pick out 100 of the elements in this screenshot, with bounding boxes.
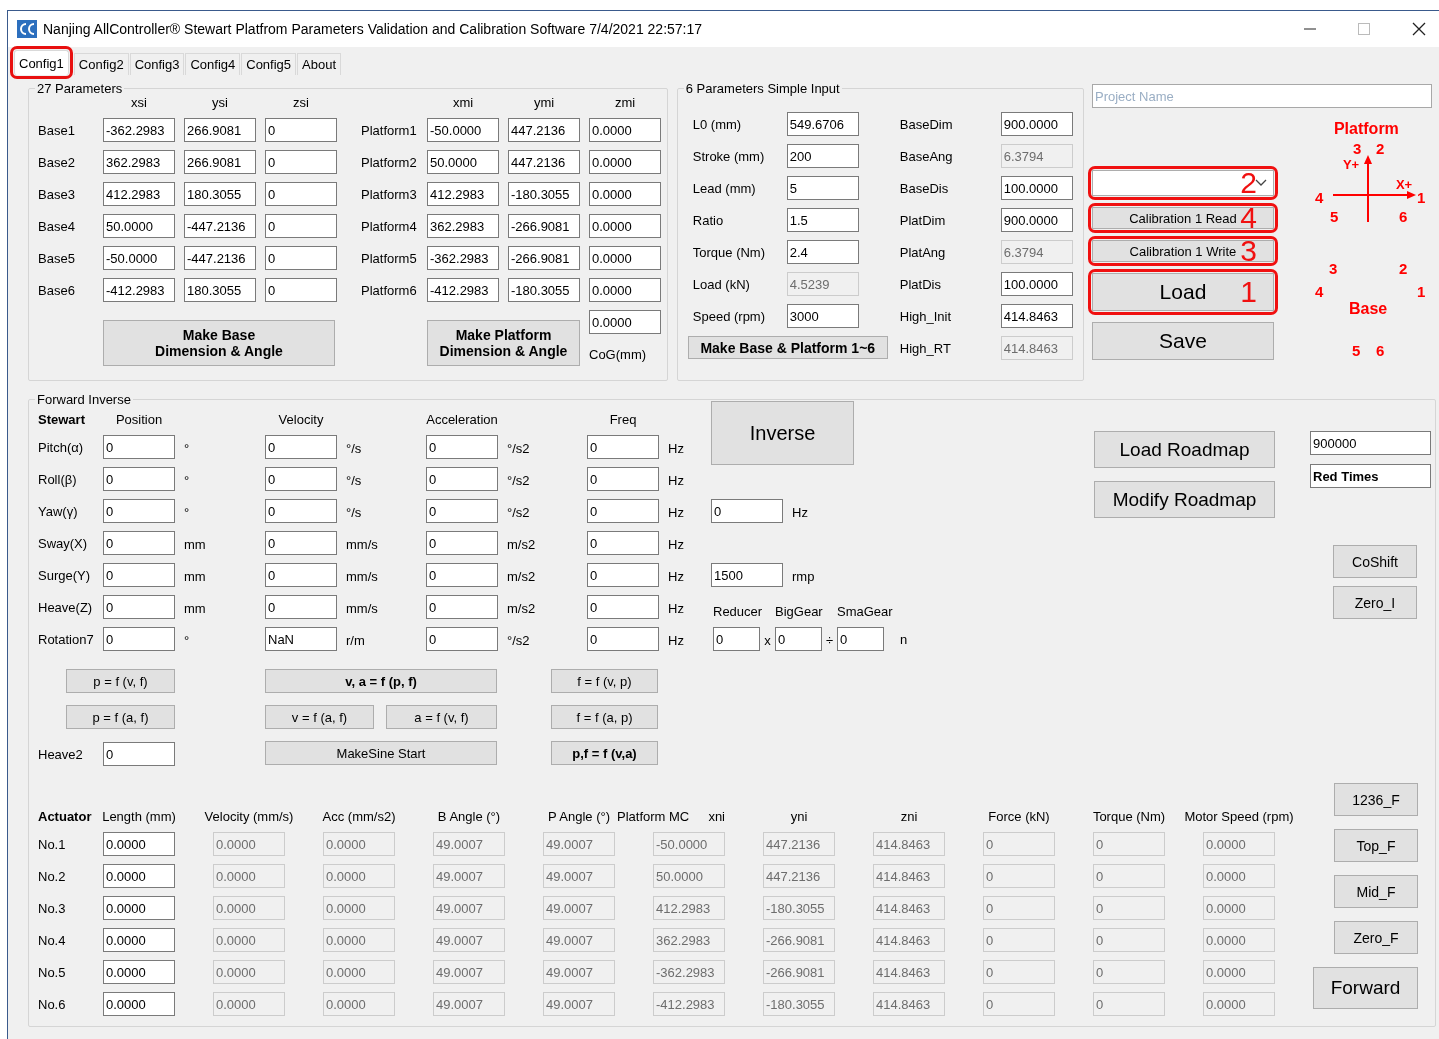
input-field[interactable]: 180.3055 bbox=[184, 278, 256, 302]
input-field[interactable]: -412.2983 bbox=[427, 278, 499, 302]
input-field[interactable]: 412.2983 bbox=[427, 182, 499, 206]
tab[interactable]: Config5 bbox=[241, 53, 297, 75]
make-button[interactable]: Make Base Dimension & Angle bbox=[103, 320, 335, 366]
roadmap-button[interactable]: Modify Roadmap bbox=[1094, 481, 1275, 518]
tab[interactable]: Config4 bbox=[185, 53, 241, 75]
input-field[interactable]: 0.0000 bbox=[589, 214, 661, 238]
input-field[interactable]: -50.0000 bbox=[427, 118, 499, 142]
input-field[interactable]: 200 bbox=[786, 144, 859, 168]
input-field[interactable]: 0 bbox=[711, 499, 783, 523]
input-field[interactable]: 414.8463 bbox=[1000, 304, 1073, 328]
input-field[interactable]: 0 bbox=[265, 499, 337, 523]
input-field[interactable]: 0 bbox=[426, 595, 498, 619]
input-field[interactable]: -180.3055 bbox=[508, 182, 580, 206]
input-field[interactable]: 0 bbox=[103, 742, 175, 766]
input-field[interactable]: 0.0000 bbox=[103, 992, 175, 1016]
input-field[interactable]: 0 bbox=[103, 467, 175, 491]
input-field[interactable]: Red Times bbox=[1310, 464, 1431, 488]
project-name-field[interactable]: Project Name bbox=[1092, 84, 1432, 108]
input-field[interactable]: 0 bbox=[103, 499, 175, 523]
formula-button[interactable]: p = f (v, f) bbox=[66, 669, 175, 693]
input-field[interactable]: 0.0000 bbox=[589, 118, 661, 142]
input-field[interactable]: 0 bbox=[713, 627, 760, 651]
input-field[interactable]: 0 bbox=[265, 182, 337, 206]
action-button[interactable]: Forward bbox=[1313, 967, 1418, 1009]
action-button[interactable]: Zero_I bbox=[1333, 586, 1417, 619]
input-field[interactable]: 0 bbox=[265, 278, 337, 302]
formula-button[interactable]: f = f (a, p) bbox=[551, 705, 658, 729]
input-field[interactable]: -266.9081 bbox=[508, 214, 580, 238]
input-field[interactable]: 0 bbox=[265, 150, 337, 174]
tab[interactable]: Config3 bbox=[129, 53, 185, 75]
make-button[interactable]: Make Platform Dimension & Angle bbox=[427, 320, 580, 366]
close-icon[interactable] bbox=[1412, 22, 1426, 36]
input-field[interactable]: 0.0000 bbox=[589, 278, 661, 302]
input-field[interactable]: 0.0000 bbox=[103, 832, 175, 856]
input-field[interactable]: 0.0000 bbox=[589, 246, 661, 270]
make-button[interactable]: Make Base & Platform 1~6 bbox=[687, 336, 888, 359]
input-field[interactable]: 900.0000 bbox=[1000, 208, 1073, 232]
input-field[interactable]: 362.2983 bbox=[427, 214, 499, 238]
input-field[interactable]: 0 bbox=[103, 563, 175, 587]
input-field[interactable]: 0 bbox=[587, 435, 659, 459]
input-field[interactable]: 0 bbox=[265, 246, 337, 270]
input-field[interactable]: -447.2136 bbox=[184, 214, 256, 238]
input-field[interactable]: 0 bbox=[265, 563, 337, 587]
input-field[interactable]: 0 bbox=[265, 435, 337, 459]
roadmap-button[interactable]: Load Roadmap bbox=[1094, 431, 1275, 468]
input-field[interactable]: 0 bbox=[426, 531, 498, 555]
input-field[interactable]: -362.2983 bbox=[427, 246, 499, 270]
input-field[interactable]: 0 bbox=[587, 467, 659, 491]
input-field[interactable]: 0 bbox=[103, 435, 175, 459]
input-field[interactable]: 0.0000 bbox=[589, 150, 661, 174]
input-field[interactable]: 0.0000 bbox=[103, 896, 175, 920]
input-field[interactable]: 0.0000 bbox=[589, 310, 661, 334]
input-field[interactable]: 900.0000 bbox=[1000, 112, 1073, 136]
formula-button[interactable]: a = f (v, f) bbox=[386, 705, 497, 729]
input-field[interactable]: 0 bbox=[587, 531, 659, 555]
input-field[interactable]: -447.2136 bbox=[184, 246, 256, 270]
input-field[interactable]: 0 bbox=[103, 595, 175, 619]
input-field[interactable]: 0 bbox=[587, 499, 659, 523]
input-field[interactable]: NaN bbox=[265, 627, 337, 651]
input-field[interactable]: 0 bbox=[426, 467, 498, 491]
input-field[interactable]: 100.0000 bbox=[1000, 272, 1073, 296]
input-field[interactable]: 0 bbox=[837, 627, 884, 651]
input-field[interactable]: -180.3055 bbox=[508, 278, 580, 302]
input-field[interactable]: -362.2983 bbox=[103, 118, 175, 142]
action-button[interactable]: Zero_F bbox=[1334, 921, 1418, 954]
input-field[interactable]: 5 bbox=[786, 176, 859, 200]
input-field[interactable]: 1500 bbox=[711, 563, 783, 587]
input-field[interactable]: 0 bbox=[587, 627, 659, 651]
action-button[interactable]: Top_F bbox=[1334, 829, 1418, 862]
input-field[interactable]: 0 bbox=[265, 214, 337, 238]
input-field[interactable]: 0 bbox=[265, 467, 337, 491]
input-field[interactable]: 447.2136 bbox=[508, 118, 580, 142]
formula-button[interactable]: v = f (a, f) bbox=[265, 705, 374, 729]
maximize-icon[interactable] bbox=[1358, 23, 1370, 35]
inverse-button[interactable]: Inverse bbox=[711, 401, 854, 465]
tab[interactable]: Config2 bbox=[73, 53, 129, 75]
input-field[interactable]: 50.0000 bbox=[103, 214, 175, 238]
input-field[interactable]: 266.9081 bbox=[184, 150, 256, 174]
input-field[interactable]: 0 bbox=[587, 595, 659, 619]
input-field[interactable]: 266.9081 bbox=[184, 118, 256, 142]
input-field[interactable]: -50.0000 bbox=[103, 246, 175, 270]
action-button[interactable]: Save bbox=[1092, 322, 1274, 360]
input-field[interactable]: 412.2983 bbox=[103, 182, 175, 206]
input-field[interactable]: 0 bbox=[265, 531, 337, 555]
input-field[interactable]: 0.0000 bbox=[589, 182, 661, 206]
input-field[interactable]: 0.0000 bbox=[103, 928, 175, 952]
input-field[interactable]: 1.5 bbox=[786, 208, 859, 232]
input-field[interactable]: 0.0000 bbox=[103, 960, 175, 984]
input-field[interactable]: 0 bbox=[103, 627, 175, 651]
formula-button[interactable]: MakeSine Start bbox=[265, 741, 497, 765]
input-field[interactable]: 0 bbox=[426, 435, 498, 459]
input-field[interactable]: 549.6706 bbox=[786, 112, 859, 136]
input-field[interactable]: 0.0000 bbox=[103, 864, 175, 888]
input-field[interactable]: -412.2983 bbox=[103, 278, 175, 302]
input-field[interactable]: 900000 bbox=[1310, 431, 1431, 455]
input-field[interactable]: 180.3055 bbox=[184, 182, 256, 206]
input-field[interactable]: 2.4 bbox=[786, 240, 859, 264]
input-field[interactable]: 0 bbox=[775, 627, 822, 651]
